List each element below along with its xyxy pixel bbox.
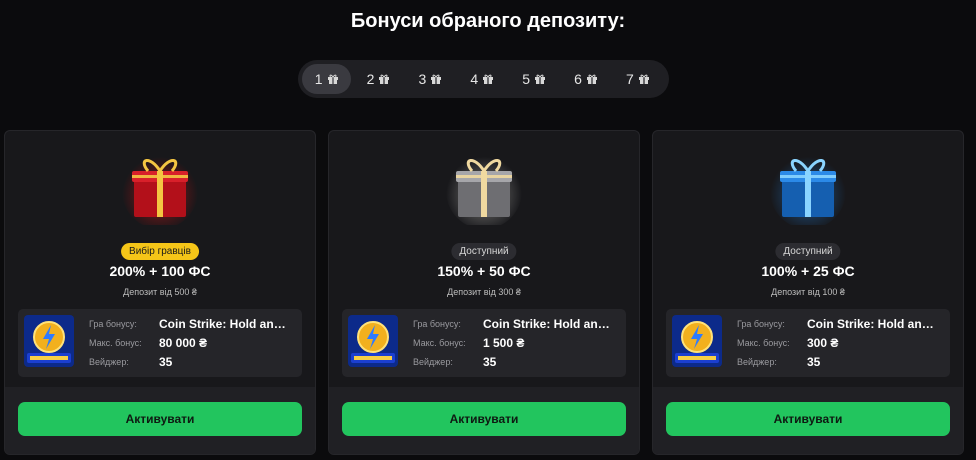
status-badge: Вибір гравців [121,243,199,260]
bonus-title: 100% + 25 ФС [761,263,855,279]
tab-label: 6 [574,71,582,87]
min-deposit: Депозит від 500 ₴ [123,287,197,297]
wager-label: Вейджер: [413,357,453,367]
max-bonus-label: Макс. бонус: [413,338,466,348]
wager-row: Вейджер: 35 [89,353,292,371]
max-bonus-label: Макс. бонус: [89,338,142,348]
bonus-card-3: Доступний 100% + 25 ФС Депозит від 100 ₴… [652,130,964,455]
max-bonus-value: 1 500 ₴ [483,336,525,350]
tab-deposit-3[interactable]: 3 [406,64,455,94]
game-label: Гра бонусу: [737,319,785,329]
red-gift-icon [122,153,198,225]
bonus-card-1: Вибір гравців 200% + 100 ФС Депозит від … [4,130,316,455]
min-deposit: Депозит від 100 ₴ [771,287,845,297]
coin-strike-thumbnail[interactable] [672,315,722,367]
deposit-tabs: 1 2 3 4 5 6 7 [298,60,669,98]
game-name[interactable]: Coin Strike: Hold and … [483,317,616,331]
wager-row: Вейджер: 35 [737,353,940,371]
max-bonus-label: Макс. бонус: [737,338,790,348]
max-bonus-value: 300 ₴ [807,336,839,350]
tab-label: 5 [522,71,531,87]
game-label: Гра бонусу: [413,319,461,329]
tab-label: 7 [625,71,634,87]
status-badge: Доступний [775,243,841,260]
wager-value: 35 [159,355,173,369]
tab-deposit-2[interactable]: 2 [354,64,403,94]
blue-gift-icon [770,153,846,225]
gift-icon [379,74,390,84]
silver-gift-icon [446,153,522,225]
gift-icon [327,74,338,84]
game-name[interactable]: Coin Strike: Hold and … [807,317,940,331]
coin-strike-thumbnail[interactable] [348,315,398,367]
game-info: Гра бонусу: Coin Strike: Hold and … Макс… [18,309,302,377]
game-name[interactable]: Coin Strike: Hold and … [159,317,292,331]
wager-value: 35 [807,355,821,369]
tab-deposit-1[interactable]: 1 [302,64,352,94]
game-row: Гра бонусу: Coin Strike: Hold and … [737,315,940,333]
game-label: Гра бонусу: [89,319,137,329]
tab-deposit-7[interactable]: 7 [613,64,662,94]
max-bonus-row: Макс. бонус: 300 ₴ [737,334,940,352]
wager-label: Вейджер: [737,357,777,367]
activate-button[interactable]: Активувати [18,402,302,436]
activate-button[interactable]: Активувати [342,402,626,436]
tab-deposit-4[interactable]: 4 [458,64,507,94]
tab-label: 2 [366,71,375,87]
status-badge: Доступний [451,243,517,260]
game-info: Гра бонусу: Coin Strike: Hold and … Макс… [342,309,626,377]
wager-value: 35 [483,355,497,369]
wager-label: Вейджер: [89,357,129,367]
gift-icon [535,74,546,84]
gift-icon [586,74,597,84]
tab-label: 4 [470,71,479,87]
min-deposit: Депозит від 300 ₴ [447,287,521,297]
wager-row: Вейджер: 35 [413,353,616,371]
activate-button[interactable]: Активувати [666,402,950,436]
coin-strike-thumbnail[interactable] [24,315,74,367]
bonus-title: 200% + 100 ФС [109,263,211,279]
game-info: Гра бонусу: Coin Strike: Hold and … Макс… [666,309,950,377]
tab-deposit-5[interactable]: 5 [509,64,558,94]
tab-deposit-6[interactable]: 6 [561,64,610,94]
tab-label: 3 [418,71,427,87]
page-title: Бонуси обраного депозиту: [350,10,626,32]
max-bonus-value: 80 000 ₴ [159,336,208,350]
max-bonus-row: Макс. бонус: 1 500 ₴ [413,334,616,352]
tab-label: 1 [314,71,323,87]
gift-icon [638,74,649,84]
game-row: Гра бонусу: Coin Strike: Hold and … [89,315,292,333]
gift-icon [431,74,442,84]
bonus-card-2: Доступний 150% + 50 ФС Депозит від 300 ₴… [328,130,640,455]
bonus-title: 150% + 50 ФС [437,263,531,279]
game-row: Гра бонусу: Coin Strike: Hold and … [413,315,616,333]
gift-icon [483,74,494,84]
max-bonus-row: Макс. бонус: 80 000 ₴ [89,334,292,352]
